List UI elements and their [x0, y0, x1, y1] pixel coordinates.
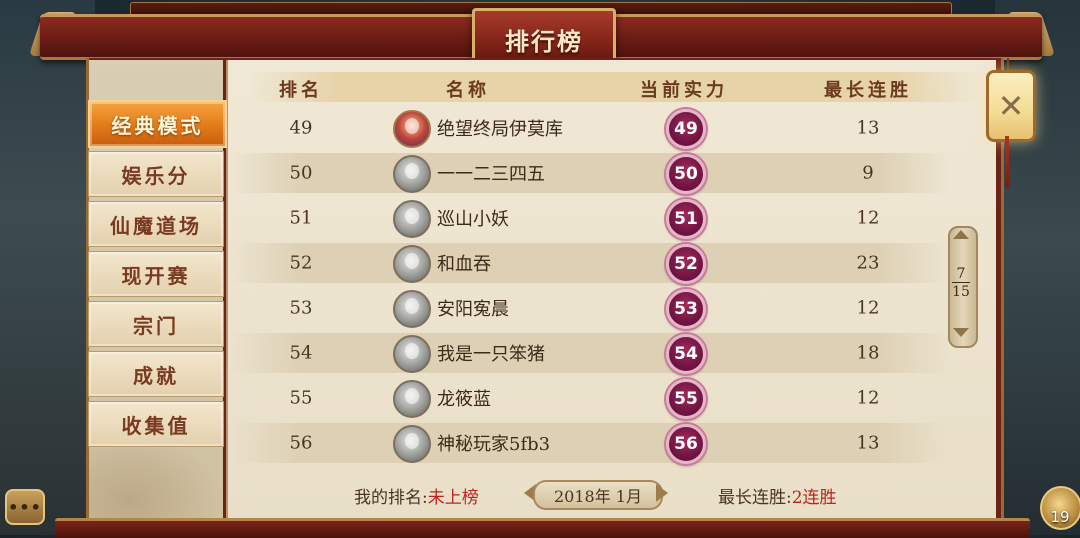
- streak-cell: 12: [856, 207, 880, 229]
- sidebar-item-label: 宗门: [133, 313, 179, 338]
- player-name: 龙筱蓝: [437, 389, 491, 410]
- player-avatar: [393, 245, 431, 283]
- sidebar-item-collection[interactable]: 收集值: [88, 401, 224, 447]
- power-badge: 56: [666, 424, 706, 464]
- close-icon: ✕: [997, 87, 1025, 125]
- player-avatar: [393, 200, 431, 238]
- table-row[interactable]: 54 我是一只笨猪 54 18: [230, 333, 950, 374]
- column-header-power: 当前实力: [640, 80, 728, 101]
- player-name: 和血吞: [437, 254, 491, 275]
- rank-cell: 54: [289, 342, 313, 364]
- chat-button[interactable]: •••: [5, 489, 45, 525]
- streak-cell: 12: [856, 297, 880, 319]
- bottom-beam: [55, 518, 1030, 538]
- rank-cell: 55: [289, 387, 313, 409]
- sidebar-item-live-match[interactable]: 现开赛: [88, 251, 224, 297]
- player-name: 一一二三四五: [437, 164, 545, 185]
- streak-cell: 13: [856, 117, 880, 139]
- player-avatar: [393, 425, 431, 463]
- table-row[interactable]: 50 一一二三四五 50 9: [230, 153, 950, 194]
- player-name: 巡山小妖: [437, 209, 509, 230]
- rank-cell: 56: [289, 432, 313, 454]
- month-selector[interactable]: 2018年 1月: [533, 480, 663, 510]
- sidebar-item-entertainment[interactable]: 娱乐分: [88, 151, 224, 197]
- rank-cell: 53: [289, 297, 313, 319]
- next-month-arrow-icon[interactable]: [656, 484, 668, 502]
- sidebar-item-label: 娱乐分: [121, 163, 191, 188]
- month-label: 2018年 1月: [554, 487, 642, 506]
- power-badge: 52: [666, 244, 706, 284]
- total-pages: 15: [952, 284, 970, 300]
- chat-icon: •••: [8, 497, 42, 517]
- sidebar-item-classic-mode[interactable]: 经典模式: [88, 100, 227, 148]
- player-name: 我是一只笨猪: [437, 344, 545, 365]
- current-page: 7: [952, 266, 970, 283]
- streak-cell: 18: [856, 342, 880, 364]
- my-rank: 我的排名:未上榜: [354, 483, 479, 508]
- my-best-streak: 最长连胜:2连胜: [718, 483, 837, 508]
- power-badge: 49: [666, 109, 706, 149]
- player-name: 安阳寃晨: [437, 299, 509, 320]
- table-row[interactable]: 49 绝望终局伊莫库 49 13: [230, 108, 950, 149]
- sidebar-item-label: 成就: [133, 363, 179, 388]
- rank-cell: 52: [289, 252, 313, 274]
- streak-cell: 9: [862, 162, 874, 184]
- sidebar-item-immortal-arena[interactable]: 仙魔道场: [88, 201, 224, 247]
- table-row[interactable]: 51 巡山小妖 51 12: [230, 198, 950, 239]
- table-row[interactable]: 55 龙筱蓝 55 12: [230, 378, 950, 419]
- streak-cell: 23: [856, 252, 880, 274]
- streak-cell: 12: [856, 387, 880, 409]
- sidebar-item-label: 收集值: [121, 413, 191, 438]
- table-row[interactable]: 53 安阳寃晨 53 12: [230, 288, 950, 329]
- page-down-arrow-icon[interactable]: [950, 326, 972, 340]
- power-badge: 53: [666, 289, 706, 329]
- table-row[interactable]: 56 神秘玩家5fb3 56 13: [230, 423, 950, 464]
- sidebar-item-label: 现开赛: [121, 263, 191, 288]
- background-scenery-left: [0, 0, 95, 535]
- player-name: 神秘玩家5fb3: [437, 434, 551, 455]
- power-badge: 51: [666, 199, 706, 239]
- column-header-streak: 最长连胜: [824, 80, 912, 101]
- page-title: 排行榜: [505, 26, 583, 56]
- page-up-arrow-icon[interactable]: [950, 228, 972, 242]
- lantern-tassel: [1005, 136, 1009, 188]
- player-avatar: [393, 155, 431, 193]
- player-name: 绝望终局伊莫库: [437, 119, 563, 140]
- power-badge: 50: [666, 154, 706, 194]
- player-avatar: [393, 335, 431, 373]
- sidebar-item-label: 经典模式: [111, 113, 204, 138]
- player-avatar: [393, 110, 431, 148]
- sidebar-item-sect[interactable]: 宗门: [88, 301, 224, 347]
- player-avatar: [393, 290, 431, 328]
- best-streak-label: 最长连胜:: [718, 488, 792, 508]
- my-rank-value: 未上榜: [427, 488, 479, 508]
- sidebar-item-achievements[interactable]: 成就: [88, 351, 224, 397]
- player-avatar: [393, 380, 431, 418]
- my-rank-label: 我的排名:: [354, 488, 428, 508]
- rank-cell: 49: [289, 117, 313, 139]
- sidebar-item-label: 仙魔道场: [110, 213, 202, 238]
- rank-cell: 50: [289, 162, 313, 184]
- best-streak-value: 2连胜: [791, 488, 837, 508]
- coin-count: 19: [1050, 508, 1070, 526]
- rank-cell: 51: [289, 207, 313, 229]
- table-row[interactable]: 52 和血吞 52 23: [230, 243, 950, 284]
- column-header-rank: 排名: [279, 80, 323, 101]
- close-button[interactable]: ✕: [986, 70, 1036, 142]
- power-badge: 54: [666, 334, 706, 374]
- streak-cell: 13: [856, 432, 880, 454]
- column-header-name: 名称: [446, 80, 490, 101]
- power-badge: 55: [666, 379, 706, 419]
